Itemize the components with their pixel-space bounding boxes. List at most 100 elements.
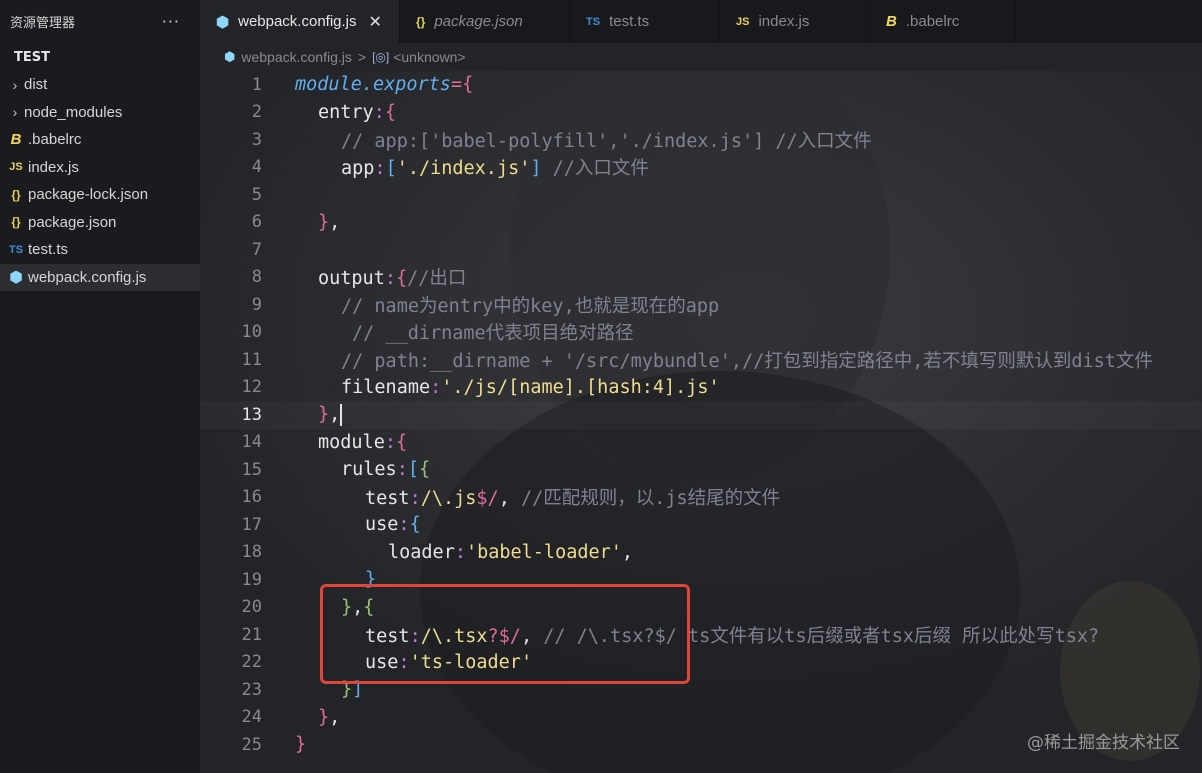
- line-number: 19: [241, 569, 262, 590]
- js-file-icon: JS: [9, 161, 23, 174]
- tab-webpack-config-js[interactable]: ⬢ webpack.config.js ✕: [200, 0, 400, 43]
- tree-item-package-json[interactable]: {} package.json: [0, 209, 200, 237]
- json-file-icon: {}: [11, 187, 21, 202]
- tree-item-label: .babelrc: [28, 131, 82, 149]
- code-line: 7: [200, 236, 1202, 264]
- tab-label: package.json: [434, 13, 523, 30]
- line-number: 16: [241, 487, 262, 508]
- line-number: 10: [241, 322, 262, 343]
- code-line: 21 test:/\.tsx?$/, // /\.tsx?$/ ts文件有以ts…: [200, 621, 1202, 649]
- line-number: 15: [241, 459, 262, 480]
- line-number: 6: [251, 212, 262, 233]
- line-number: 23: [241, 679, 262, 700]
- code-line: 3 // app:['babel-polyfill','./index.js']…: [200, 126, 1202, 154]
- close-icon[interactable]: ✕: [369, 12, 382, 32]
- editor-tab-bar: ⬢ webpack.config.js ✕ {} package.json TS…: [200, 0, 1202, 43]
- tree-item-babelrc[interactable]: B .babelrc: [0, 126, 200, 154]
- tab-babelrc[interactable]: B .babelrc: [870, 0, 1016, 43]
- line-number: 1: [251, 74, 262, 95]
- babel-icon: B: [886, 13, 897, 30]
- ts-file-icon: TS: [8, 243, 24, 256]
- tab-package-json[interactable]: {} package.json: [400, 0, 570, 43]
- code-line-current: 13 },: [200, 401, 1202, 429]
- code-line: 4 app:['./index.js'] //入口文件: [200, 154, 1202, 182]
- tree-item-dist[interactable]: › dist: [0, 71, 200, 99]
- text-cursor: [340, 403, 343, 426]
- line-number: 8: [251, 267, 262, 288]
- line-number: 25: [241, 734, 262, 755]
- workspace-folder-title[interactable]: TEST: [0, 43, 200, 71]
- code-line: 12 filename:'./js/[name].[hash:4].js': [200, 374, 1202, 402]
- line-number: 13: [241, 404, 262, 425]
- code-line: 19 }: [200, 566, 1202, 594]
- tab-label: index.js: [758, 13, 810, 30]
- chevron-right-icon: ›: [12, 76, 18, 93]
- code-line: 10 // __dirname代表项目绝对路径: [200, 319, 1202, 347]
- babel-icon: B: [10, 131, 22, 149]
- line-number: 9: [251, 294, 262, 315]
- tree-item-label: index.js: [28, 158, 79, 176]
- code-line: 6 },: [200, 209, 1202, 237]
- line-number: 7: [251, 239, 262, 260]
- tree-item-label: node_modules: [24, 103, 123, 121]
- tree-item-label: webpack.config.js: [28, 268, 147, 286]
- code-line: 2 entry:{: [200, 99, 1202, 127]
- webpack-icon: ⬢: [216, 13, 230, 31]
- tab-label: test.ts: [609, 13, 650, 30]
- code-line: 8 output:{//出口: [200, 264, 1202, 292]
- code-line: 1 module.exports={: [200, 71, 1202, 99]
- tree-item-package-lock-json[interactable]: {} package-lock.json: [0, 181, 200, 209]
- line-number: 22: [241, 652, 262, 673]
- tree-item-node-modules[interactable]: › node_modules: [0, 99, 200, 127]
- breadcrumb-separator: >: [357, 49, 367, 65]
- line-number: 5: [251, 184, 262, 205]
- more-actions-icon[interactable]: ···: [162, 12, 180, 31]
- tree-item-label: package-lock.json: [28, 186, 149, 204]
- webpack-icon: ⬢: [224, 49, 236, 64]
- explorer-header: 资源管理器 ···: [0, 0, 200, 43]
- code-line: 11 // path:__dirname + '/src/mybundle',/…: [200, 346, 1202, 374]
- line-number: 11: [241, 349, 262, 370]
- tree-item-webpack-config-js[interactable]: ⬢ webpack.config.js: [0, 263, 200, 291]
- tab-label: .babelrc: [905, 13, 960, 30]
- breadcrumb: ⬢ webpack.config.js > [◎] <unknown>: [200, 43, 1202, 71]
- tree-item-test-ts[interactable]: TS test.ts: [0, 236, 200, 264]
- line-number: 21: [241, 624, 262, 645]
- code-line: 20 },{: [200, 594, 1202, 622]
- ts-file-icon: TS: [586, 15, 601, 28]
- code-line: 24 },: [200, 704, 1202, 732]
- line-number: 4: [251, 157, 262, 178]
- code-line: 5: [200, 181, 1202, 209]
- tree-item-label: test.ts: [28, 241, 69, 259]
- tree-item-label: dist: [24, 76, 48, 94]
- explorer-title: 资源管理器: [10, 16, 76, 31]
- tab-test-ts[interactable]: TS test.ts: [570, 0, 720, 43]
- tree-item-label: package.json: [28, 213, 117, 231]
- json-file-icon: {}: [11, 215, 21, 230]
- code-editor[interactable]: 1 module.exports={ 2 entry:{ 3 // app:['…: [200, 71, 1202, 773]
- watermark: @稀土掘金技术社区: [1027, 733, 1180, 753]
- code-line: 16 test:/\.js$/, //匹配规则，以.js结尾的文件: [200, 484, 1202, 512]
- tab-label: webpack.config.js: [238, 13, 357, 30]
- line-number: 2: [251, 102, 262, 123]
- line-number: 3: [251, 129, 262, 150]
- line-number: 17: [241, 514, 262, 535]
- code-line: 22 use:'ts-loader': [200, 649, 1202, 677]
- json-file-icon: {}: [416, 14, 426, 29]
- code-line: 23 }]: [200, 676, 1202, 704]
- chevron-right-icon: ›: [12, 104, 18, 121]
- tree-item-index-js[interactable]: JS index.js: [0, 154, 200, 182]
- code-line: 18 loader:'babel-loader',: [200, 539, 1202, 567]
- code-line: 9 // name为entry中的key,也就是现在的app: [200, 291, 1202, 319]
- tab-index-js[interactable]: JS index.js: [720, 0, 870, 43]
- line-number: 12: [241, 377, 262, 398]
- line-number: 14: [241, 432, 262, 453]
- symbol-icon: [◎]: [372, 50, 390, 64]
- breadcrumb-symbol[interactable]: <unknown>: [393, 49, 465, 65]
- explorer-sidebar: 资源管理器 ··· TEST › dist › node_modules B .…: [0, 0, 200, 773]
- breadcrumb-file[interactable]: webpack.config.js: [241, 49, 352, 65]
- line-number: 18: [241, 542, 262, 563]
- code-line: 14 module:{: [200, 429, 1202, 457]
- line-number: 20: [241, 597, 262, 618]
- js-file-icon: JS: [736, 15, 750, 28]
